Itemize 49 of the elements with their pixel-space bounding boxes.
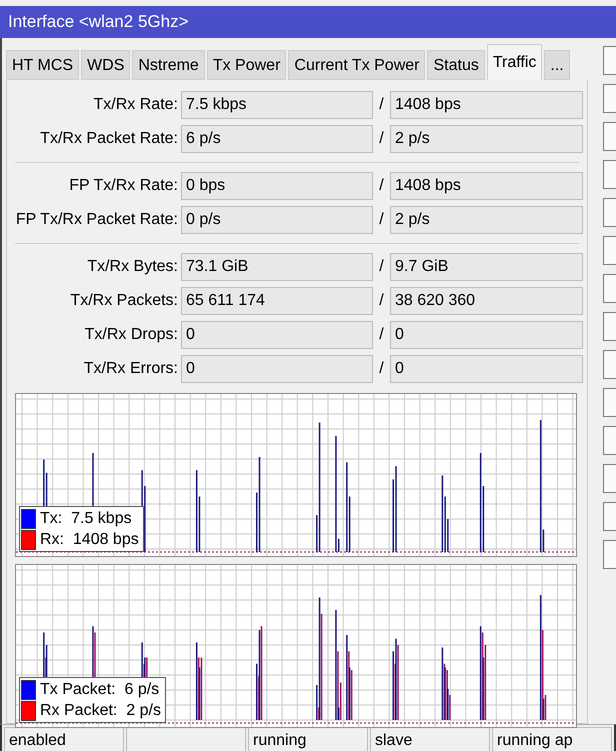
legend-text: Rx Packet: 2 p/s xyxy=(40,702,161,720)
value-field: 2 p/s xyxy=(390,206,583,234)
value-field: 0 bps xyxy=(181,172,373,200)
field-label: Tx/Rx Rate: xyxy=(92,96,178,114)
separator-text: / xyxy=(378,326,385,344)
value-field: 7.5 kbps xyxy=(181,91,373,119)
field-label: Tx/Rx Packets: xyxy=(69,292,178,310)
status-cell: running ap xyxy=(492,727,612,751)
value-field: 38 620 360 xyxy=(390,287,583,315)
value-field: 1408 bps xyxy=(390,172,583,200)
field-label: Tx/Rx Bytes: xyxy=(86,258,178,276)
separator-text: / xyxy=(378,130,385,148)
status-cell: enabled xyxy=(4,727,124,751)
value-field: 0 p/s xyxy=(181,206,373,234)
separator-text: / xyxy=(378,211,385,229)
value-field: 9.7 GiB xyxy=(390,253,583,281)
tab[interactable]: Nstreme xyxy=(132,50,205,80)
tab[interactable]: ... xyxy=(544,50,570,80)
value-field: 0 xyxy=(390,321,583,349)
legend-text: Tx: 7.5 kbps xyxy=(40,510,132,528)
value-field: 73.1 GiB xyxy=(181,253,373,281)
tab[interactable]: Current Tx Power xyxy=(288,50,426,80)
tab[interactable]: Tx Power xyxy=(206,50,286,80)
separator-text: / xyxy=(378,360,385,378)
legend-text: Tx Packet: 6 p/s xyxy=(40,680,160,698)
status-cell: running xyxy=(248,727,368,751)
field-label: Tx/Rx Packet Rate: xyxy=(39,130,178,148)
value-field: 1408 bps xyxy=(390,91,583,119)
separator-text: / xyxy=(378,177,385,195)
value-field: 65 611 174 xyxy=(181,287,373,315)
field-label: FP Tx/Rx Rate: xyxy=(68,177,178,195)
field-label: Tx/Rx Drops: xyxy=(84,326,178,344)
separator-text: / xyxy=(378,96,385,114)
tab[interactable]: WDS xyxy=(81,50,130,80)
value-field: 2 p/s xyxy=(390,125,583,153)
field-label: FP Tx/Rx Packet Rate: xyxy=(15,211,178,229)
status-cell: slave xyxy=(370,727,490,751)
legend-text: Rx: 1408 bps xyxy=(40,530,139,548)
value-field: 0 xyxy=(390,355,583,383)
window-title: Interface <wlan2 5Ghz> xyxy=(0,6,616,38)
separator-text: / xyxy=(378,258,385,276)
field-label: Tx/Rx Errors: xyxy=(82,360,178,378)
value-field: 0 xyxy=(181,321,373,349)
value-field: 0 xyxy=(181,355,373,383)
separator-text: / xyxy=(378,292,385,310)
tab[interactable]: HT MCS xyxy=(6,50,80,80)
tab[interactable]: Status xyxy=(427,50,485,80)
tab[interactable]: Traffic xyxy=(486,44,542,80)
value-field: 6 p/s xyxy=(181,125,373,153)
